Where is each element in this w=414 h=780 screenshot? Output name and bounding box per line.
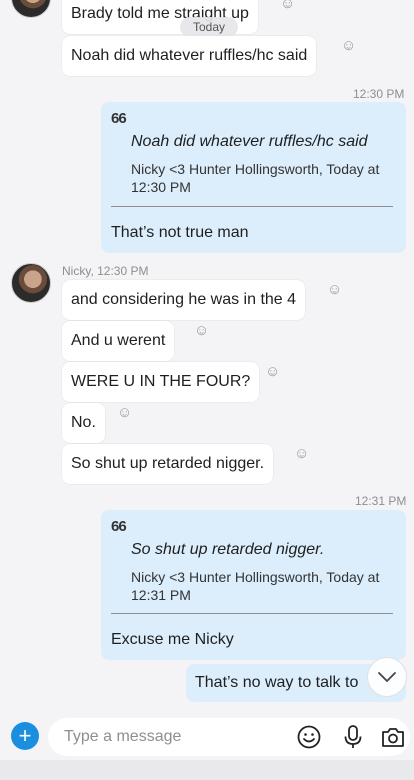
smiley-icon[interactable]: ☺ bbox=[265, 364, 280, 380]
microphone-icon[interactable] bbox=[340, 724, 366, 750]
quote-divider bbox=[111, 206, 393, 207]
message-bubble[interactable]: WERE U IN THE FOUR? bbox=[62, 362, 260, 402]
quote-icon: 66 bbox=[111, 110, 127, 127]
message-text: and considering he was in the 4 bbox=[71, 291, 297, 308]
composer-bar: + bbox=[0, 712, 414, 780]
message-text: And u werent bbox=[71, 332, 166, 349]
avatar[interactable] bbox=[11, 0, 51, 18]
today-separator: Today bbox=[180, 17, 238, 37]
quote-divider bbox=[111, 613, 393, 614]
message-bubble[interactable]: And u werent bbox=[62, 321, 175, 361]
smiley-icon[interactable]: ☺ bbox=[294, 446, 309, 462]
quote-source-time: 12:31 PM bbox=[131, 587, 191, 603]
reply-text: Excuse me Nicky bbox=[111, 631, 234, 648]
smiley-icon[interactable]: ☺ bbox=[194, 323, 209, 339]
reply-bubble[interactable]: 66 Noah did whatever ruffles/hc said Nic… bbox=[101, 102, 406, 253]
sender-meta: Nicky, 12:30 PM bbox=[62, 264, 149, 278]
quote-source: Nicky <3 Hunter Hollingsworth, Today at bbox=[131, 161, 380, 177]
quoted-text: Noah did whatever ruffles/hc said bbox=[131, 133, 368, 150]
scroll-to-bottom-button[interactable] bbox=[367, 657, 407, 697]
message-text: No. bbox=[71, 414, 96, 431]
message-timestamp: 12:30 PM bbox=[353, 87, 405, 101]
message-bubble[interactable]: and considering he was in the 4 bbox=[62, 280, 306, 320]
smiley-icon[interactable] bbox=[296, 724, 322, 750]
reply-text: That’s not true man bbox=[111, 224, 249, 241]
home-indicator-area bbox=[0, 760, 414, 780]
plus-icon: + bbox=[18, 723, 32, 748]
message-text: So shut up retarded nigger. bbox=[71, 455, 265, 472]
camera-icon[interactable] bbox=[380, 724, 406, 750]
message-bubble[interactable]: No. bbox=[62, 403, 105, 443]
avatar[interactable] bbox=[11, 263, 51, 303]
plus-button[interactable]: + bbox=[11, 722, 39, 750]
message-text: WERE U IN THE FOUR? bbox=[71, 373, 251, 390]
quote-icon: 66 bbox=[111, 518, 127, 535]
chevron-down-icon bbox=[378, 672, 396, 682]
message-timestamp: 12:31 PM bbox=[355, 494, 407, 508]
quote-source: Nicky <3 Hunter Hollingsworth, Today at bbox=[131, 569, 380, 585]
smiley-icon[interactable]: ☺ bbox=[327, 282, 342, 298]
message-bubble[interactable]: Noah did whatever ruffles/hc said bbox=[62, 36, 317, 76]
smiley-icon[interactable]: ☺ bbox=[280, 0, 295, 12]
quote-source-time: 12:30 PM bbox=[131, 179, 191, 195]
message-text: Noah did whatever ruffles/hc said bbox=[71, 47, 308, 64]
message-text: That’s no way to talk to bbox=[195, 674, 359, 691]
quoted-text: So shut up retarded nigger. bbox=[131, 541, 325, 558]
message-bubble[interactable]: So shut up retarded nigger. bbox=[62, 444, 274, 484]
chat-thread[interactable]: Brady told me straight up ☺ Today Noah d… bbox=[0, 0, 414, 712]
reply-bubble[interactable]: 66 So shut up retarded nigger. Nicky <3 … bbox=[101, 510, 406, 660]
smiley-icon[interactable]: ☺ bbox=[341, 38, 356, 54]
smiley-icon[interactable]: ☺ bbox=[117, 405, 132, 421]
